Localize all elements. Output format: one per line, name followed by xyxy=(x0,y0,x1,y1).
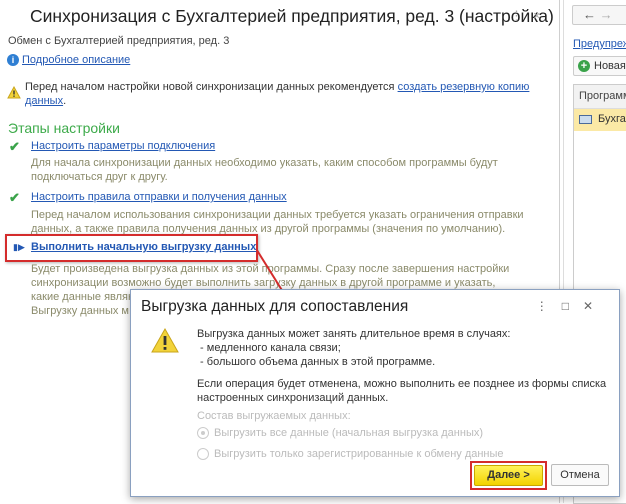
duration-warning: Выгрузка данных может занять длительное … xyxy=(197,328,511,368)
next-button[interactable]: Далее > xyxy=(474,465,543,486)
current-step-icon: ▮▶ xyxy=(13,242,25,252)
new-button-label: Новая xyxy=(594,60,626,72)
warning-text: Перед началом настройки новой синхрониза… xyxy=(25,81,398,93)
step-export-desc-more: Выгрузку данных м xyxy=(31,305,129,317)
dialog-window-buttons: ⋮□✕ xyxy=(536,299,607,313)
table-row[interactable]: Бухга xyxy=(574,109,626,131)
maximize-icon[interactable]: □ xyxy=(562,299,583,313)
plus-icon: + xyxy=(578,60,590,72)
warnings-link[interactable]: Предупреж xyxy=(573,38,626,50)
window-title: Синхронизация с Бухгалтерией предприятия… xyxy=(30,6,554,26)
cancel-note: Если операция будет отменена, можно выпо… xyxy=(197,378,607,404)
step-connection-desc: Для начала синхронизации данных необходи… xyxy=(31,157,498,183)
cancel-button[interactable]: Отмена xyxy=(551,464,609,486)
warning-icon xyxy=(7,86,21,99)
detailed-description-link[interactable]: Подробное описание xyxy=(22,54,130,66)
warning-icon xyxy=(151,328,179,353)
step-export-link[interactable]: Выполнить начальную выгрузку данных xyxy=(31,241,256,253)
column-header[interactable]: Программ xyxy=(574,85,626,109)
more-icon[interactable]: ⋮ xyxy=(510,8,523,24)
nav-buttons[interactable]: ← → xyxy=(572,5,626,25)
check-icon: ✔ xyxy=(9,190,20,205)
highlight-frame: Далее > xyxy=(470,461,547,490)
forward-icon[interactable]: → xyxy=(600,7,613,22)
radio-selected-icon[interactable] xyxy=(197,427,209,439)
radio-export-registered[interactable]: Выгрузить только зарегистрированные к об… xyxy=(197,448,504,460)
radio-label: Выгрузить только зарегистрированные к об… xyxy=(214,448,504,460)
info-icon: i xyxy=(7,54,19,66)
check-icon: ✔ xyxy=(9,139,20,154)
close-icon[interactable]: × xyxy=(533,8,541,23)
radio-export-all[interactable]: Выгрузить все данные (начальная выгрузка… xyxy=(197,427,483,439)
step-rules-link[interactable]: Настроить правила отправки и получения д… xyxy=(31,191,287,203)
more-icon[interactable]: ⋮ xyxy=(536,299,562,313)
radio-icon[interactable] xyxy=(197,448,209,460)
close-icon[interactable]: ✕ xyxy=(583,299,607,313)
stages-title: Этапы настройки xyxy=(8,120,120,136)
export-dialog: Выгрузка данных для сопоставления ⋮□✕ Вы… xyxy=(130,289,620,497)
dialog-title: Выгрузка данных для сопоставления xyxy=(141,298,409,315)
step-rules-desc: Перед началом использования синхронизаци… xyxy=(31,209,524,235)
step-connection-link[interactable]: Настроить параметры подключения xyxy=(31,140,215,152)
radio-label: Выгрузить все данные (начальная выгрузка… xyxy=(214,427,484,439)
back-icon[interactable]: ← xyxy=(583,7,596,22)
computer-icon xyxy=(579,115,592,124)
warning-end: . xyxy=(63,95,67,107)
composition-label: Состав выгружаемых данных: xyxy=(197,410,351,422)
exchange-subtitle: Обмен с Бухгалтерией предприятия, ред. 3 xyxy=(8,35,230,47)
row-label: Бухга xyxy=(598,113,626,125)
new-button[interactable]: + Новая xyxy=(573,56,626,76)
backup-warning: Перед началом настройки новой синхрониза… xyxy=(25,80,535,108)
